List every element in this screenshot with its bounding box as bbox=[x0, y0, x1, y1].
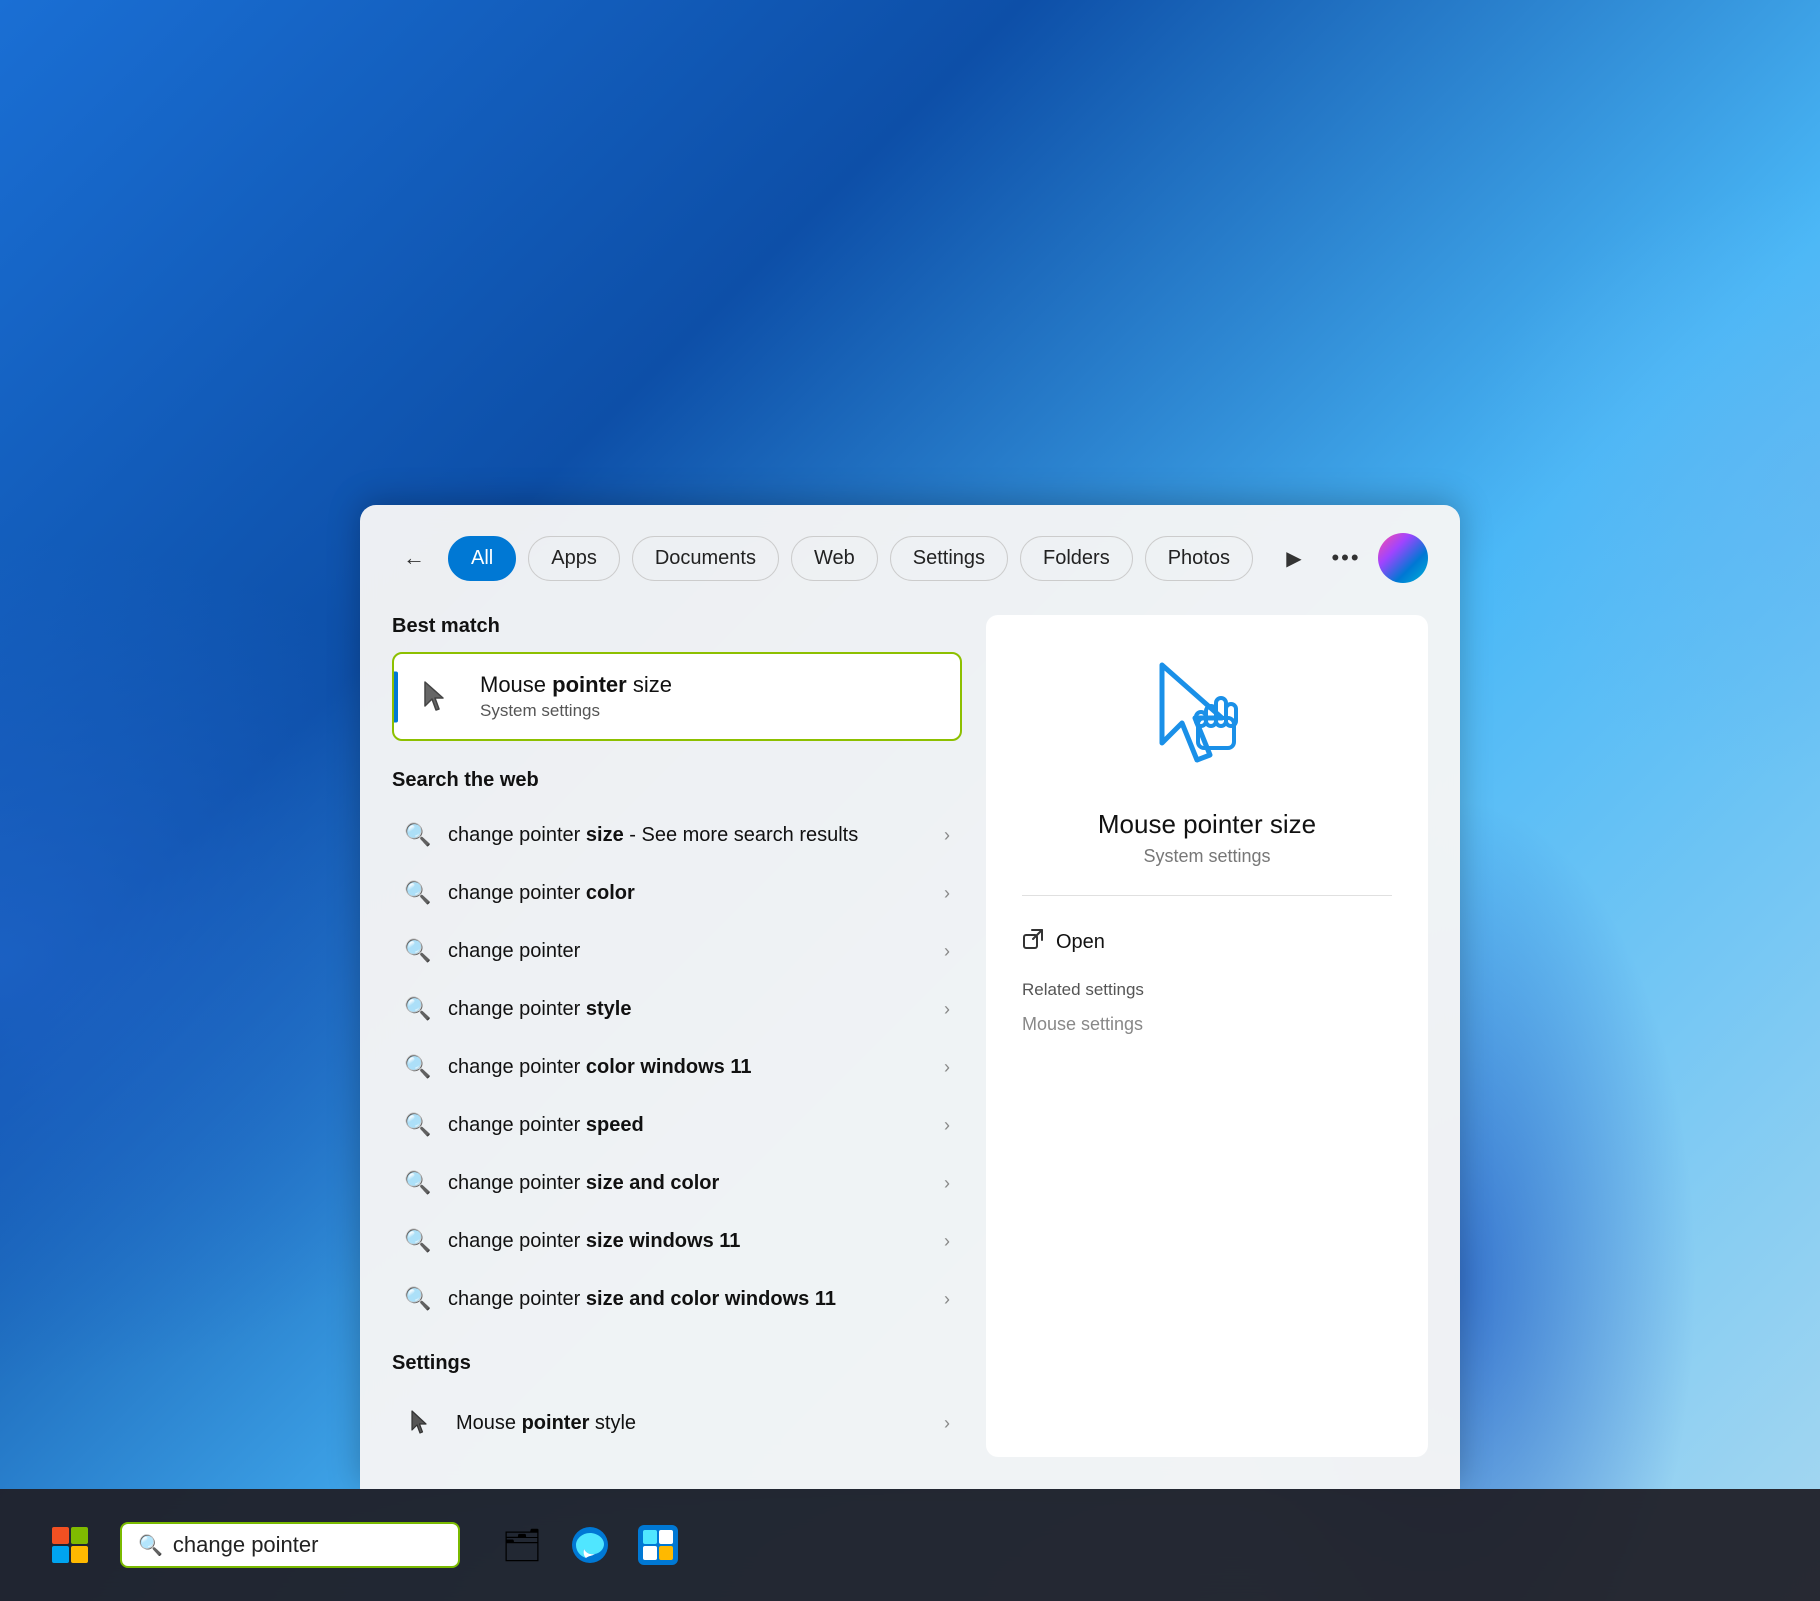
related-mouse-settings[interactable]: Mouse settings bbox=[1022, 1010, 1143, 1039]
filter-pill-settings[interactable]: Settings bbox=[890, 536, 1008, 581]
right-panel: Mouse pointer size System settings Open … bbox=[986, 615, 1428, 1457]
back-button[interactable]: ← bbox=[392, 536, 436, 580]
result-text-5: change pointer speed bbox=[448, 1114, 928, 1137]
search-overlay: ← All Apps Documents Web Settings Folder… bbox=[360, 505, 1460, 1489]
web-section: Search the web 🔍 change pointer size - S… bbox=[392, 769, 962, 1328]
best-match-title: Mouse pointer size bbox=[480, 672, 940, 698]
chevron-5: › bbox=[944, 1115, 950, 1136]
open-label: Open bbox=[1056, 931, 1105, 954]
taskbar-search-text: change pointer bbox=[173, 1532, 319, 1558]
search-icon-2: 🔍 bbox=[404, 938, 432, 964]
search-icon-8: 🔍 bbox=[404, 1286, 432, 1312]
search-icon-0: 🔍 bbox=[404, 822, 432, 848]
chevron-1: › bbox=[944, 883, 950, 904]
web-result-7[interactable]: 🔍 change pointer size windows 11 › bbox=[392, 1212, 962, 1270]
filter-pill-documents[interactable]: Documents bbox=[632, 536, 779, 581]
chevron-8: › bbox=[944, 1289, 950, 1310]
right-panel-title: Mouse pointer size bbox=[1022, 809, 1392, 840]
related-settings-label: Related settings bbox=[1022, 980, 1144, 1000]
start-button[interactable] bbox=[40, 1515, 100, 1575]
search-icon-5: 🔍 bbox=[404, 1112, 432, 1138]
filter-pill-apps[interactable]: Apps bbox=[528, 536, 620, 581]
play-button[interactable]: ▶ bbox=[1274, 538, 1314, 578]
settings-section: Settings Mouse pointer style › bbox=[392, 1352, 962, 1457]
filter-pill-folders[interactable]: Folders bbox=[1020, 536, 1133, 581]
search-nav: ← All Apps Documents Web Settings Folder… bbox=[392, 533, 1428, 583]
web-result-4[interactable]: 🔍 change pointer color windows 11 › bbox=[392, 1038, 962, 1096]
right-panel-subtitle: System settings bbox=[1022, 846, 1392, 867]
chevron-0: › bbox=[944, 825, 950, 846]
web-result-5[interactable]: 🔍 change pointer speed › bbox=[392, 1096, 962, 1154]
copilot-icon[interactable] bbox=[1378, 533, 1428, 583]
web-section-label: Search the web bbox=[392, 769, 962, 792]
settings-result-text-0: Mouse pointer style bbox=[456, 1412, 928, 1435]
best-match-item[interactable]: Mouse pointer size System settings bbox=[392, 652, 962, 741]
result-text-0: change pointer size - See more search re… bbox=[448, 824, 928, 847]
search-icon-3: 🔍 bbox=[404, 996, 432, 1022]
settings-item-0[interactable]: Mouse pointer style › bbox=[392, 1389, 962, 1457]
web-result-6[interactable]: 🔍 change pointer size and color › bbox=[392, 1154, 962, 1212]
more-button[interactable]: ••• bbox=[1326, 538, 1366, 578]
best-match-subtitle: System settings bbox=[480, 701, 940, 721]
result-text-3: change pointer style bbox=[448, 998, 928, 1021]
chevron-6: › bbox=[944, 1173, 950, 1194]
right-icon-area bbox=[1022, 655, 1392, 785]
mouse-pointer-style-icon bbox=[404, 1405, 440, 1441]
web-result-2[interactable]: 🔍 change pointer › bbox=[392, 922, 962, 980]
web-result-8[interactable]: 🔍 change pointer size and color windows … bbox=[392, 1270, 962, 1328]
search-icon-1: 🔍 bbox=[404, 880, 432, 906]
chevron-4: › bbox=[944, 1057, 950, 1078]
chevron-3: › bbox=[944, 999, 950, 1020]
taskbar: 🔍 change pointer 🗂 bbox=[0, 1489, 1820, 1601]
search-content: Best match Mouse pointer size System set… bbox=[392, 615, 1428, 1457]
chevron-7: › bbox=[944, 1231, 950, 1252]
result-text-8: change pointer size and color windows 11 bbox=[448, 1288, 928, 1311]
taskbar-apps: 🗂 bbox=[496, 1519, 684, 1571]
result-text-2: change pointer bbox=[448, 940, 928, 963]
open-button[interactable]: Open bbox=[1022, 920, 1392, 964]
result-text-7: change pointer size windows 11 bbox=[448, 1230, 928, 1253]
best-match-info: Mouse pointer size System settings bbox=[480, 672, 940, 721]
taskbar-app-filemanager[interactable]: 🗂 bbox=[496, 1519, 548, 1571]
filter-pill-all[interactable]: All bbox=[448, 536, 516, 581]
taskbar-search-box[interactable]: 🔍 change pointer bbox=[120, 1522, 460, 1568]
left-panel: Best match Mouse pointer size System set… bbox=[392, 615, 962, 1457]
web-result-3[interactable]: 🔍 change pointer style › bbox=[392, 980, 962, 1038]
web-result-0[interactable]: 🔍 change pointer size - See more search … bbox=[392, 806, 962, 864]
open-external-icon bbox=[1022, 928, 1044, 956]
taskbar-app-store[interactable] bbox=[632, 1519, 684, 1571]
right-panel-divider bbox=[1022, 895, 1392, 896]
search-icon-4: 🔍 bbox=[404, 1054, 432, 1080]
web-result-1[interactable]: 🔍 change pointer color › bbox=[392, 864, 962, 922]
mouse-pointer-icon bbox=[414, 673, 462, 721]
search-icon-6: 🔍 bbox=[404, 1170, 432, 1196]
filter-pill-photos[interactable]: Photos bbox=[1145, 536, 1253, 581]
search-icon-7: 🔍 bbox=[404, 1228, 432, 1254]
best-match-label: Best match bbox=[392, 615, 962, 638]
settings-chevron-0: › bbox=[944, 1413, 950, 1434]
result-text-4: change pointer color windows 11 bbox=[448, 1056, 928, 1079]
result-text-6: change pointer size and color bbox=[448, 1172, 928, 1195]
chevron-2: › bbox=[944, 941, 950, 962]
result-text-1: change pointer color bbox=[448, 882, 928, 905]
filter-pill-web[interactable]: Web bbox=[791, 536, 878, 581]
taskbar-search-icon: 🔍 bbox=[138, 1533, 163, 1558]
settings-section-label: Settings bbox=[392, 1352, 962, 1375]
taskbar-app-edge[interactable] bbox=[564, 1519, 616, 1571]
